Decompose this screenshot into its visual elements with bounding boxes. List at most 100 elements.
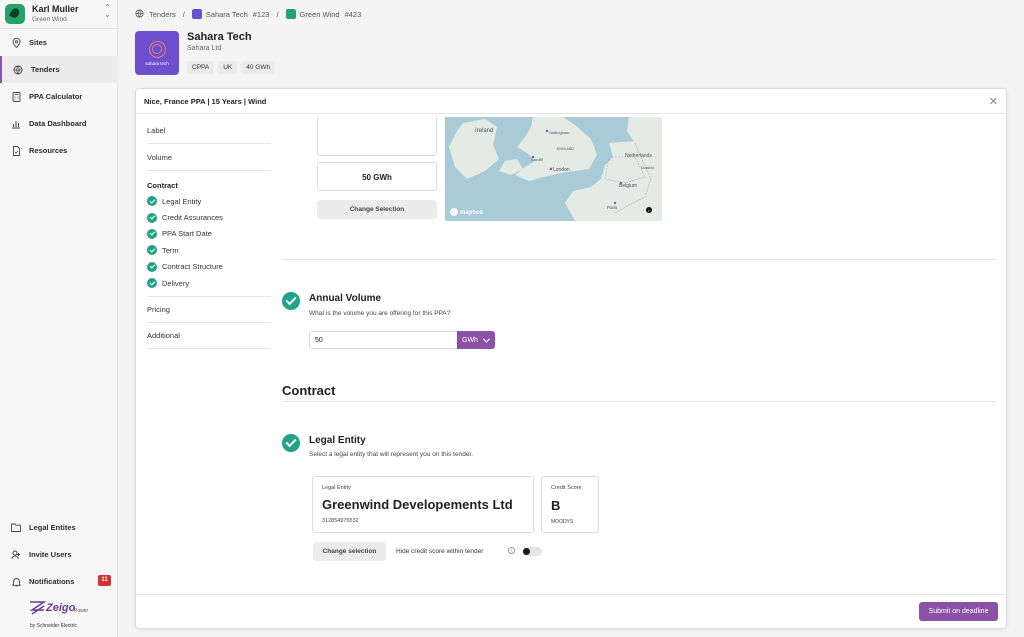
nav-label: Notifications [29,577,75,586]
substep-delivery[interactable]: Delivery [147,275,271,291]
volume-unit-select[interactable]: GWh [457,331,495,349]
contract-section-title: Contract [282,383,336,398]
info-icon[interactable]: i [508,547,515,554]
step-pricing[interactable]: Pricing [147,297,271,324]
chevron-updown-icon: ⌃ ⌄ [104,3,111,19]
site-volume: 50 GWh [317,162,437,191]
modal-header: Nice, France PPA | 15 Years | Wind ✕ [136,89,1006,114]
svg-text:ENGLAND: ENGLAND [557,147,574,151]
bell-icon [11,577,21,587]
substep-ppa-start-date[interactable]: PPA Start Date [147,226,271,242]
step-label[interactable]: Label [147,122,271,144]
globe-icon [13,65,23,75]
divider [282,401,996,402]
zeigo-mark-icon [29,601,46,615]
sidebar: Karl Muller Green Wind ⌃ ⌄ Sites Tenders … [0,0,118,637]
check-icon [147,278,157,289]
nav-sites[interactable]: Sites [0,29,118,56]
credit-agency: MOODYS [551,519,574,525]
notification-count-badge: 11 [98,575,111,586]
svg-text:London: London [553,167,570,173]
site-map[interactable]: Ireland Nottingham ENGLAND Netherlands C… [445,117,662,221]
substep-term[interactable]: Term [147,242,271,258]
svg-text:Nottingham: Nottingham [549,130,570,135]
main-area: Tenders / Sahara Tech #123 / Green Wind … [118,0,1024,637]
nav-invite-users[interactable]: Invite Users [0,541,118,568]
map-pin-icon [11,37,21,48]
svg-text:i: i [648,208,649,213]
svg-text:Dusseld: Dusseld [641,166,654,170]
substep-credit-assurances[interactable]: Credit Assurances [147,209,271,225]
step-contract[interactable]: Contract [147,179,271,193]
nav-data-dashboard[interactable]: Data Dashboard [0,110,118,137]
modal-content: 50 GWh Change Selection Ireland Nottingh… [282,114,998,594]
company-tags: CPPA UK 40 GWh [187,61,276,74]
breadcrumb-tenders[interactable]: Tenders [149,10,176,19]
svg-text:mapbox: mapbox [460,210,484,216]
tag: CPPA [187,61,215,74]
zeigo-logo: Zeigo Power by Schneider Electric [29,601,89,629]
nav-tenders[interactable]: Tenders [0,56,118,83]
company-name: Sahara Tech [187,31,252,43]
submit-button[interactable]: Submit on deadline [919,602,998,621]
substep-contract-structure[interactable]: Contract Structure [147,259,271,275]
modal-title: Nice, France PPA | 15 Years | Wind [144,97,267,106]
nav-label: Legal Entites [29,523,76,532]
hide-credit-score-toggle[interactable] [522,547,542,556]
company-legal-name: Sahara Ltd [187,45,222,52]
change-site-button[interactable]: Change Selection [317,200,437,219]
substep-legal-entity[interactable]: Legal Entity [147,193,271,209]
breadcrumb-tender-num: #423 [344,9,362,19]
annual-volume-input[interactable] [309,331,457,349]
check-icon [147,196,157,207]
bar-chart-icon [11,119,21,129]
check-circle-icon [282,292,300,310]
credit-score-value: B [551,498,561,513]
breadcrumb: Tenders / Sahara Tech #123 / Green Wind … [135,8,361,20]
check-circle-icon [282,434,300,452]
document-icon [11,145,21,156]
nav-ppa-calculator[interactable]: PPA Calculator [0,83,118,110]
check-icon [147,245,157,256]
nav-label: PPA Calculator [29,92,83,101]
step-volume[interactable]: Volume [147,144,271,171]
nav-legal-entities[interactable]: Legal Entites [0,514,118,541]
nav-label: Invite Users [29,550,72,559]
step-additional[interactable]: Additional [147,323,271,350]
calculator-icon [11,91,21,102]
breadcrumb-separator: / [182,9,185,19]
legal-entity-label: Legal Entity [322,485,351,491]
annual-volume-title: Annual Volume [309,293,382,304]
divider [282,259,996,260]
svg-text:Netherlands: Netherlands [625,153,652,159]
nav-resources[interactable]: Resources [0,137,118,164]
nav-label: Sites [29,38,47,47]
svg-text:Paris: Paris [607,205,618,210]
map-graphic: Ireland Nottingham ENGLAND Netherlands C… [445,117,662,221]
user-switcher[interactable]: Karl Muller Green Wind ⌃ ⌄ [0,0,118,29]
check-icon [147,261,157,272]
hide-credit-score-label: Hide credit score within tender [396,548,484,555]
svg-text:Ireland: Ireland [475,128,493,134]
close-icon[interactable]: ✕ [989,95,998,108]
tender-modal: Nice, France PPA | 15 Years | Wind ✕ Lab… [135,88,1007,629]
unit-label: GWh [462,336,478,344]
nav-label: Resources [29,146,68,155]
nav-label: Tenders [31,65,60,74]
step-contract-group: Contract Legal Entity Credit Assurances … [147,179,271,298]
breadcrumb-separator: / [276,9,279,19]
modal-footer: Submit on deadline [136,594,1006,628]
breadcrumb-company[interactable]: Sahara Tech [206,10,248,19]
change-legal-entity-button[interactable]: Change selection [313,542,386,561]
nav-notifications[interactable]: Notifications 11 [0,568,118,595]
user-org: Green Wind [32,16,67,23]
site-card [317,117,437,156]
step-nav: Label Volume Contract Legal Entity Credi… [147,122,271,350]
globe-icon [135,8,144,20]
breadcrumb-company-num: #123 [252,9,270,19]
breadcrumb-tender[interactable]: Green Wind [300,10,340,19]
user-plus-icon [11,550,21,560]
legal-entity-number: 312854976532 [322,518,359,524]
legal-entity-name: Greenwind Developements Ltd [322,497,513,512]
check-icon [147,212,157,223]
